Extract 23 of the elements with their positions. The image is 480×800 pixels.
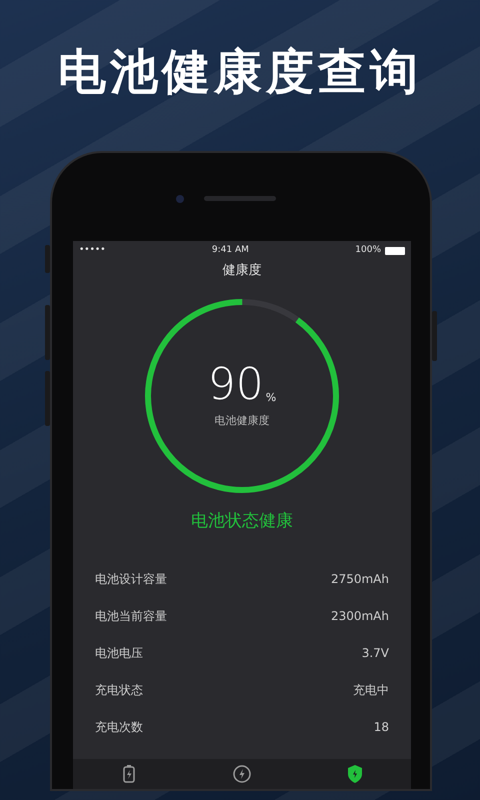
detail-value: 2750mAh (330, 571, 389, 588)
camera-dot (176, 194, 184, 203)
signal-dots: ••••• (79, 244, 106, 258)
nav-title: 健康度 (222, 262, 262, 280)
detail-label: 电池电压 (95, 645, 143, 662)
percent-unit: % (266, 390, 276, 406)
detail-value: 3.7V (362, 645, 389, 662)
detail-label: 电池当前容量 (95, 608, 167, 626)
health-status: 电池状态健康 (190, 510, 294, 533)
detail-label: 电池设计容量 (95, 571, 167, 588)
detail-value: 18 (374, 719, 389, 736)
detail-value: 充电中 (353, 682, 389, 700)
battery-percent: 100% (355, 244, 381, 258)
status-time: 9:41 AM (212, 244, 249, 258)
health-percent: 90 (208, 362, 264, 407)
battery-icon (385, 246, 405, 255)
detail-label: 充电次数 (95, 719, 143, 736)
gauge-caption: 电池健康度 (214, 412, 270, 429)
headline: 电池健康度查询 (57, 43, 423, 99)
speaker-grille (204, 196, 276, 201)
detail-label: 充电状态 (95, 682, 143, 700)
detail-value: 2300mAh (330, 608, 389, 626)
lightning-circle-icon (232, 764, 252, 784)
